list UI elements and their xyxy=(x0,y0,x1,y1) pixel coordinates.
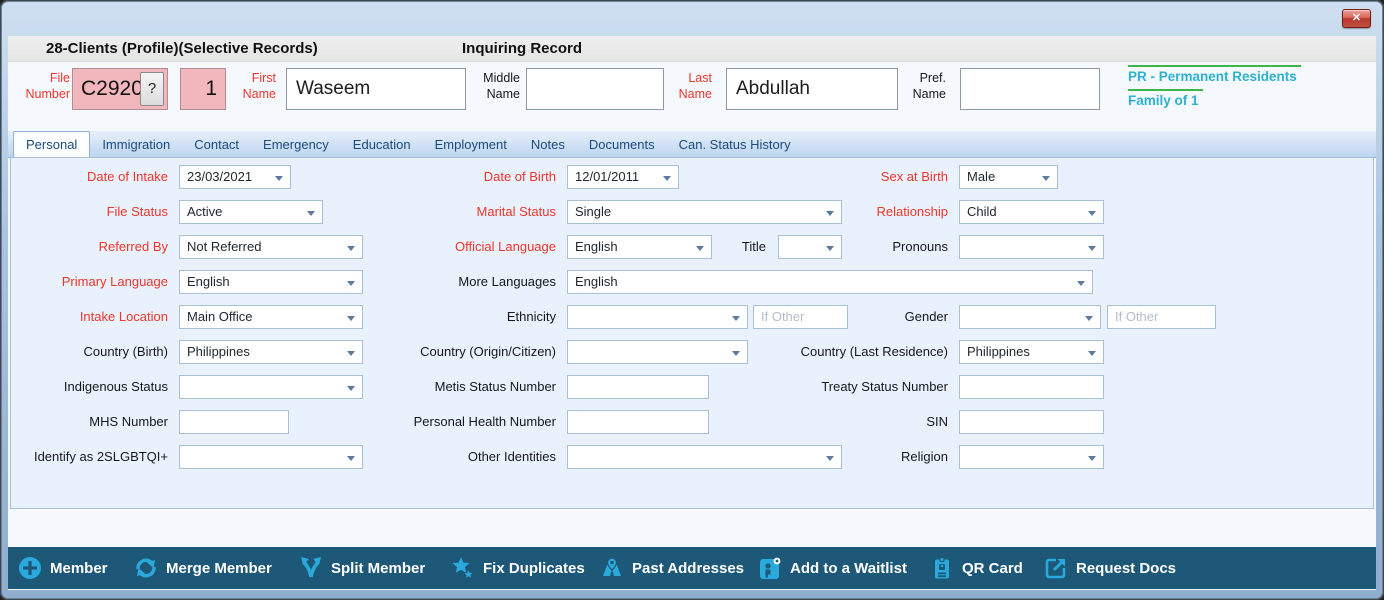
date-of-intake-combo[interactable]: 23/03/2021 xyxy=(179,165,291,189)
marital-status-label: Marital Status xyxy=(311,200,556,224)
identity-row: File Number C2920 ? 1 First Name Middle … xyxy=(8,62,1376,131)
file-number-value: C2920 xyxy=(81,77,143,100)
tab-notes[interactable]: Notes xyxy=(519,132,577,157)
ethnicity-label: Ethnicity xyxy=(311,305,556,329)
tab-documents[interactable]: Documents xyxy=(577,132,667,157)
tab-can-status-history[interactable]: Can. Status History xyxy=(667,132,803,157)
last-name-input[interactable] xyxy=(726,68,898,110)
file-number-help-button[interactable]: ? xyxy=(140,72,164,106)
relationship-label: Relationship xyxy=(701,200,948,224)
status-permanent-residents: PR - Permanent Residents xyxy=(1128,65,1301,84)
map-pin-icon xyxy=(600,556,624,580)
primary-language-label: Primary Language xyxy=(11,270,168,294)
status-family-count: Family of 1 xyxy=(1128,89,1203,108)
title-bar[interactable]: ✕ xyxy=(0,0,1384,36)
file-status-combo[interactable]: Active xyxy=(179,200,323,224)
middle-name-label: Middle Name xyxy=(470,71,520,102)
mhs-number-label: MHS Number xyxy=(11,410,168,434)
personal-health-number-label: Personal Health Number xyxy=(311,410,556,434)
tab-employment[interactable]: Employment xyxy=(423,132,519,157)
past-addresses-button[interactable]: Past Addresses xyxy=(600,547,744,589)
waitlist-person-icon xyxy=(758,556,782,580)
country-last-residence-combo[interactable]: Philippines xyxy=(959,340,1104,364)
metis-status-number-label: Metis Status Number xyxy=(311,375,556,399)
form-header: 28-Clients (Profile)(Selective Records) … xyxy=(8,36,1376,62)
last-name-label: Last Name xyxy=(664,71,712,102)
middle-name-input[interactable] xyxy=(526,68,664,110)
date-of-birth-label: Date of Birth xyxy=(311,165,556,189)
date-of-birth-combo[interactable]: 12/01/2011 xyxy=(567,165,679,189)
fix-duplicates-button[interactable]: Fix Duplicates xyxy=(451,547,585,589)
record-count-field[interactable]: 1 xyxy=(180,68,226,110)
split-member-button[interactable]: Split Member xyxy=(299,547,425,589)
sin-label: SIN xyxy=(701,410,948,434)
personal-tab-panel: Date of Intake 23/03/2021 Date of Birth … xyxy=(10,157,1374,509)
app-window: ✕ 28-Clients (Profile)(Selective Records… xyxy=(0,0,1384,600)
more-languages-combo[interactable]: English xyxy=(567,270,1093,294)
sex-at-birth-combo[interactable]: Male xyxy=(959,165,1058,189)
country-last-residence-label: Country (Last Residence) xyxy=(701,340,948,364)
personal-health-number-input[interactable] xyxy=(567,410,709,434)
gender-other-input[interactable]: If Other xyxy=(1107,305,1216,329)
mhs-number-input[interactable] xyxy=(179,410,289,434)
indigenous-status-label: Indigenous Status xyxy=(11,375,168,399)
pronouns-combo[interactable] xyxy=(959,235,1104,259)
treaty-status-number-input[interactable] xyxy=(959,375,1104,399)
identify-2slgbtqi-label: Identify as 2SLGBTQI+ xyxy=(11,445,168,469)
relationship-combo[interactable]: Child xyxy=(959,200,1104,224)
client-status-block: PR - Permanent Residents Family of 1 xyxy=(1128,65,1301,113)
qr-card-button[interactable]: QR Card xyxy=(930,547,1023,589)
religion-label: Religion xyxy=(701,445,948,469)
merge-arrows-icon xyxy=(134,556,158,580)
tab-emergency[interactable]: Emergency xyxy=(251,132,341,157)
metis-status-number-input[interactable] xyxy=(567,375,709,399)
duplicate-stars-icon xyxy=(451,556,475,580)
tab-education[interactable]: Education xyxy=(341,132,423,157)
close-button[interactable]: ✕ xyxy=(1342,9,1371,28)
tab-immigration[interactable]: Immigration xyxy=(90,132,182,157)
first-name-input[interactable] xyxy=(286,68,466,110)
member-button[interactable]: Member xyxy=(18,547,108,589)
merge-member-button[interactable]: Merge Member xyxy=(134,547,272,589)
pref-name-input[interactable] xyxy=(960,68,1100,110)
split-arrows-icon xyxy=(299,556,323,580)
intake-location-label: Intake Location xyxy=(11,305,168,329)
record-mode-title: Inquiring Record xyxy=(462,40,582,57)
id-badge-icon xyxy=(930,556,954,580)
plus-circle-icon xyxy=(18,556,42,580)
treaty-status-number-label: Treaty Status Number xyxy=(701,375,948,399)
file-number-label: File Number xyxy=(8,71,70,102)
external-arrow-icon xyxy=(1044,556,1068,580)
gender-combo[interactable] xyxy=(959,305,1101,329)
official-language-label: Official Language xyxy=(311,235,556,259)
more-languages-label: More Languages xyxy=(311,270,556,294)
referred-by-label: Referred By xyxy=(11,235,168,259)
country-birth-label: Country (Birth) xyxy=(11,340,168,364)
tab-strip: Personal Immigration Contact Emergency E… xyxy=(8,131,1376,158)
date-of-intake-label: Date of Intake xyxy=(11,165,168,189)
bottom-toolbar: Member Merge Member Split Memb xyxy=(8,547,1376,589)
add-to-waitlist-button[interactable]: Add to a Waitlist xyxy=(758,547,907,589)
first-name-label: First Name xyxy=(228,71,276,102)
gender-label: Gender xyxy=(701,305,948,329)
client-area: 28-Clients (Profile)(Selective Records) … xyxy=(8,36,1376,590)
request-docs-button[interactable]: Request Docs xyxy=(1044,547,1176,589)
file-status-label: File Status xyxy=(11,200,168,224)
tab-personal[interactable]: Personal xyxy=(13,131,90,158)
tab-contact[interactable]: Contact xyxy=(182,132,251,157)
country-origin-label: Country (Origin/Citizen) xyxy=(311,340,556,364)
page-title: 28-Clients (Profile)(Selective Records) xyxy=(46,40,318,57)
pref-name-label: Pref. Name xyxy=(896,71,946,102)
sex-at-birth-label: Sex at Birth xyxy=(701,165,948,189)
file-number-field[interactable]: C2920 ? xyxy=(72,68,168,110)
pronouns-label: Pronouns xyxy=(701,235,948,259)
other-identities-label: Other Identities xyxy=(311,445,556,469)
religion-combo[interactable] xyxy=(959,445,1104,469)
sin-input[interactable] xyxy=(959,410,1104,434)
